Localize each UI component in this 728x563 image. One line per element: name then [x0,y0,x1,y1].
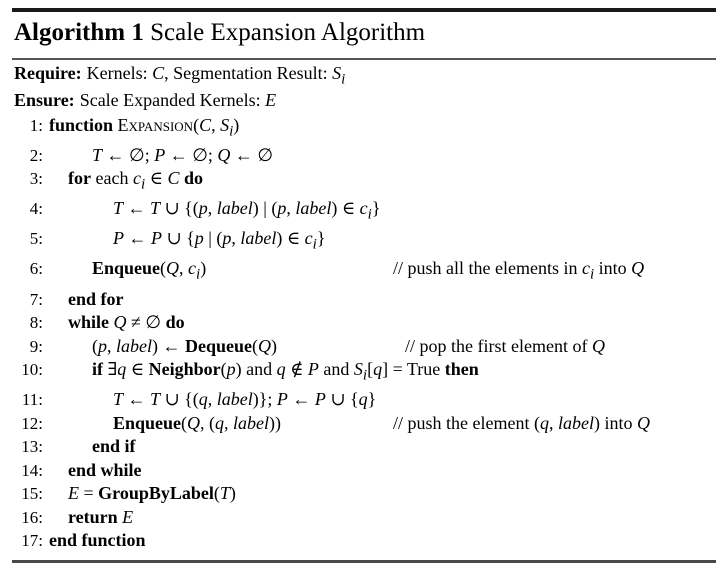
algorithm-line: 10: if ∃q ∈ Neighbor(p) and q ∉ P and Si… [12,358,716,388]
line-number: 13: [21,437,43,457]
line-code: while Q ≠ ∅ do [68,312,185,333]
line-code: Enqueue(Q, ci)// push all the elements i… [47,257,716,287]
algorithm-line: 11: T ← T ∪ {(q, label)}; P ← P ∪ {q} [12,388,716,412]
line-number: 3: [29,169,43,189]
bottom-rule [12,559,716,563]
line-number: 4: [29,199,43,219]
require-label: Require: [14,63,82,83]
line-code: (p, label) ← Dequeue(Q)// pop the first … [47,335,716,359]
algorithm-line: 16: return E [12,506,716,530]
algorithm-line: 9: (p, label) ← Dequeue(Q)// pop the fir… [12,335,716,359]
algorithm-line: 2: T ← ∅; P ← ∅; Q ← ∅ [12,144,716,168]
line-comment: // pop the first element of Q [405,335,605,356]
ensure-line: Ensure: Scale Expanded Kernels: E [12,90,716,110]
line-number: 10: [21,360,43,380]
line-code: T ← T ∪ {(q, label)}; P ← P ∪ {q} [113,389,377,410]
line-code: T ← T ∪ {(p, label) | (p, label) ∈ ci} [113,198,381,223]
line-code: E = GroupByLabel(T) [68,483,236,504]
require-line: Require: Kernels: C, Segmentation Result:… [12,63,716,90]
io-block: Require: Kernels: C, Segmentation Result:… [12,60,716,110]
line-number: 2: [29,145,43,165]
algorithm-block: Algorithm 1 Scale Expansion Algorithm Re… [0,8,728,563]
line-comment: // push the element (q, label) into Q [393,412,650,433]
line-code: T ← ∅; P ← ∅; Q ← ∅ [92,144,274,165]
algorithm-line: 13: end if [12,435,716,459]
line-number: 1: [29,115,43,135]
line-number: 12: [21,413,43,433]
algorithm-line: 14: end while [12,459,716,483]
line-number: 8: [29,313,43,333]
line-code: end while [68,459,142,480]
line-code: function Expansion(C, Si) [49,114,240,140]
line-code: for each ci ∈ C do [68,168,203,193]
algorithm-line: 1: function Expansion(C, Si) [12,114,716,144]
algorithm-line: 7: end for [12,288,716,312]
algorithm-caption-label: Algorithm 1 [14,19,144,46]
line-number: 11: [21,390,43,410]
algorithm-line: 3: for each ci ∈ C do [12,167,716,197]
algorithm-caption-title: Scale Expansion Algorithm [150,19,426,46]
require-text: Kernels: C, Segmentation Result: Si [86,63,346,88]
line-code: return E [68,506,134,527]
line-number: 14: [21,460,43,480]
line-number: 7: [29,289,43,309]
line-comment: // push all the elements in ci into Q [393,258,645,284]
algorithm-caption: Algorithm 1 Scale Expansion Algorithm [12,12,716,52]
line-code: end if [92,436,136,457]
line-number: 16: [21,507,43,527]
line-number: 6: [29,259,43,279]
algorithm-line: 8: while Q ≠ ∅ do [12,311,716,335]
line-number: 9: [29,336,43,356]
algorithm-line: 6: Enqueue(Q, ci)// push all the element… [12,257,716,287]
ensure-text: Scale Expanded Kernels: E [79,89,277,110]
line-code: if ∃q ∈ Neighbor(p) and q ∉ P and Si[q] … [92,359,479,384]
line-code: end function [49,530,146,551]
line-number: 5: [29,229,43,249]
line-number: 15: [21,484,43,504]
algorithm-line: 17: end function [12,529,716,553]
algorithm-line: 4: T ← T ∪ {(p, label) | (p, label) ∈ ci… [12,197,716,227]
line-number: 17: [21,531,43,551]
algorithm-line: 5: P ← P ∪ {p | (p, label) ∈ ci} [12,227,716,257]
ensure-label: Ensure: [14,89,75,110]
line-code: end for [68,288,124,309]
line-code: Enqueue(Q, (q, label))// push the elemen… [47,412,716,436]
algorithm-body: 1: function Expansion(C, Si) 2: T ← ∅; P… [12,110,716,553]
algorithm-line: 15: E = GroupByLabel(T) [12,482,716,506]
algorithm-line: 12: Enqueue(Q, (q, label))// push the el… [12,412,716,436]
line-code: P ← P ∪ {p | (p, label) ∈ ci} [113,228,326,253]
